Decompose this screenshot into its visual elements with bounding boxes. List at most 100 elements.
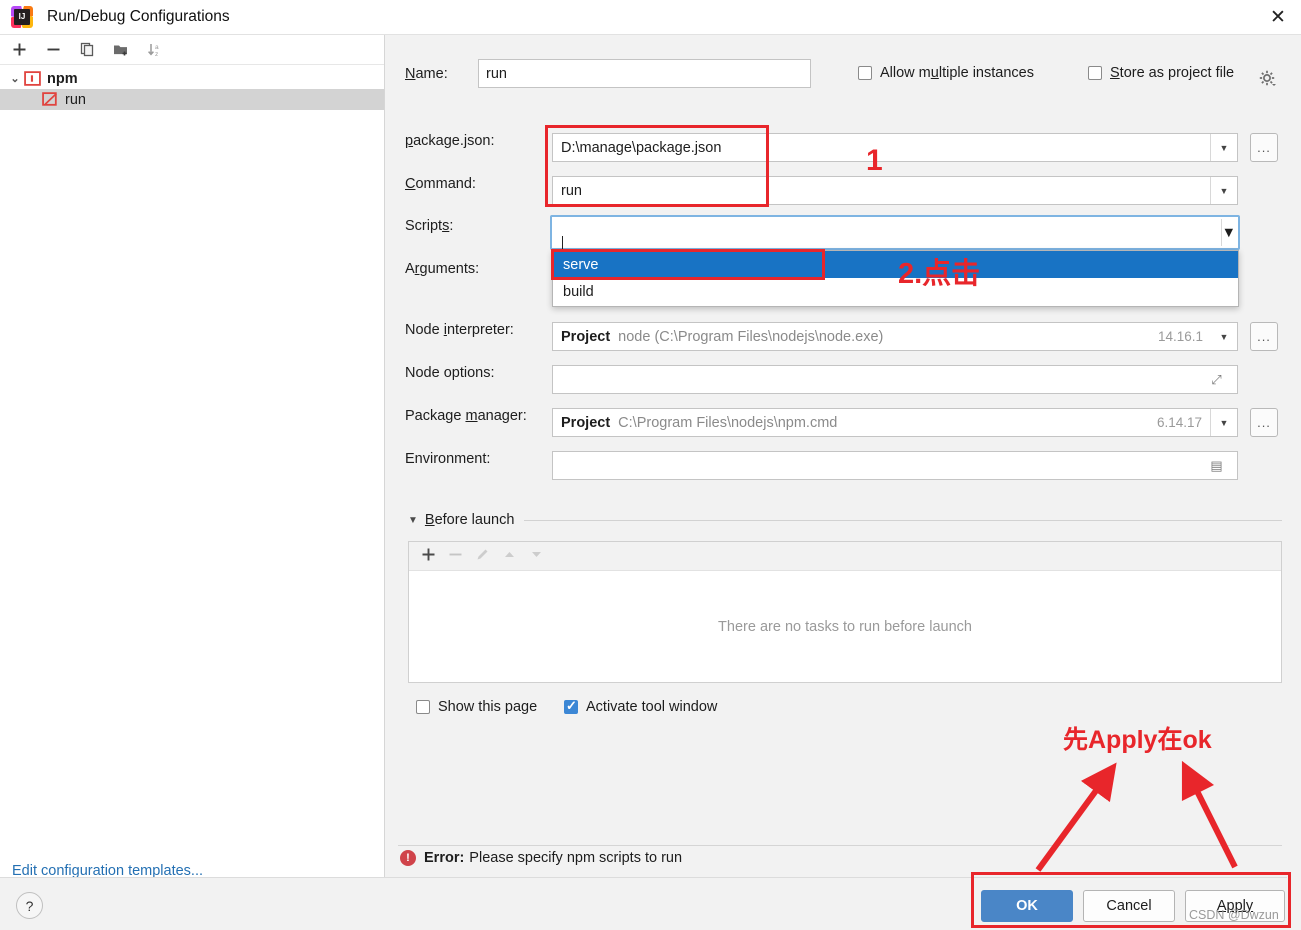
remove-task-button[interactable] (448, 547, 463, 566)
package-manager-label: Package manager: (405, 408, 527, 424)
package-manager-combo[interactable]: Project C:\Program Files\nodejs\npm.cmd … (552, 408, 1238, 437)
error-prefix: Error: (424, 850, 465, 866)
tree-group-label: npm (47, 70, 78, 87)
show-this-page-checkbox[interactable]: Show this page (416, 699, 537, 715)
svg-text:a: a (155, 44, 159, 51)
move-task-down-button[interactable] (529, 547, 544, 566)
run-debug-configurations-dialog: IJ Run/Debug Configurations ✕ a z ⌄ npm … (0, 0, 1301, 930)
sidebar-toolbar: a z (0, 35, 384, 65)
chevron-down-icon[interactable]: ▼ (1211, 409, 1237, 436)
move-task-up-button[interactable] (502, 547, 517, 566)
package-json-combo[interactable]: D:\manage\package.json ▼ (552, 133, 1238, 162)
scripts-dropdown-popup[interactable]: serve build (552, 250, 1239, 307)
environment-input[interactable]: ▤ (552, 451, 1238, 480)
before-launch-divider (524, 519, 1282, 521)
package-json-row: package.json: (405, 133, 545, 149)
scripts-option-serve[interactable]: serve (553, 251, 1238, 278)
svg-text:z: z (155, 51, 158, 58)
package-manager-row: Package manager: (405, 408, 560, 424)
allow-multiple-checkbox-box[interactable] (858, 66, 872, 80)
dialog-footer: ? OK Cancel Apply (0, 877, 1301, 930)
error-circle-icon: ! (400, 850, 416, 866)
gear-icon[interactable] (1259, 70, 1277, 88)
node-interpreter-label: Node interpreter: (405, 322, 514, 338)
scripts-label: Scripts: (405, 218, 454, 234)
package-manager-version: 6.14.17 (1156, 415, 1202, 430)
node-options-input[interactable]: ⤢ (552, 365, 1238, 394)
node-interpreter-row: Node interpreter: (405, 322, 555, 338)
scripts-row: Scripts: (405, 218, 545, 234)
name-input[interactable]: run (478, 59, 811, 88)
add-task-button[interactable] (421, 547, 436, 566)
configurations-sidebar: a z ⌄ npm run Edit configuration templat… (0, 35, 385, 895)
package-manager-scope: Project (561, 414, 611, 431)
store-as-project-file-checkbox[interactable]: Store as project file (1088, 65, 1234, 81)
cancel-button[interactable]: Cancel (1083, 890, 1175, 922)
chevron-down-icon[interactable]: ▼ (408, 515, 418, 526)
error-status: ! Error: Please specify npm scripts to r… (400, 850, 682, 866)
node-interpreter-version: 14.16.1 (1157, 329, 1203, 344)
right-scrollbar[interactable] (1287, 35, 1301, 895)
command-label: Command: (405, 176, 476, 192)
scripts-option-build[interactable]: build (553, 278, 1238, 305)
tree-group-npm[interactable]: ⌄ npm (0, 68, 384, 89)
sort-configurations-button[interactable]: a z (142, 38, 168, 62)
chevron-down-icon[interactable]: ⌄ (6, 72, 24, 85)
allow-multiple-label: Allow multiple instances (880, 65, 1034, 81)
node-interpreter-combo[interactable]: Project node (C:\Program Files\nodejs\no… (552, 322, 1238, 351)
environment-row: Environment: (405, 451, 555, 467)
expand-icon[interactable]: ⤢ (1203, 366, 1230, 393)
npm-run-icon (42, 92, 57, 106)
package-json-browse-button[interactable]: ... (1250, 133, 1278, 162)
allow-multiple-instances-checkbox[interactable]: Allow multiple instances (858, 65, 1034, 81)
package-manager-browse-button[interactable]: ... (1250, 408, 1278, 437)
arguments-label: Arguments: (405, 261, 480, 277)
chevron-down-icon[interactable]: ▼ (1211, 323, 1237, 350)
package-manager-path: C:\Program Files\nodejs\npm.cmd (618, 414, 838, 431)
ok-button[interactable]: OK (981, 890, 1073, 922)
help-button[interactable]: ? (16, 892, 43, 919)
before-launch-header[interactable]: ▼ Before launch (408, 512, 1282, 528)
chevron-down-icon[interactable]: ▼ (1211, 177, 1237, 204)
package-json-label: package.json: (405, 133, 495, 149)
show-this-page-checkbox-box[interactable] (416, 700, 430, 714)
name-label: Name: (405, 65, 448, 82)
watermark: CSDN @Dwzun (1189, 908, 1279, 922)
npm-icon (24, 71, 41, 86)
command-combo[interactable]: run ▼ (552, 176, 1238, 205)
error-separator (398, 845, 1282, 846)
configuration-form: Name: run Allow multiple instances Store… (386, 35, 1301, 895)
store-project-label: Store as project file (1110, 65, 1235, 81)
intellij-idea-icon: IJ (11, 6, 33, 28)
copy-configuration-button[interactable] (74, 38, 100, 62)
new-folder-button[interactable] (108, 38, 134, 62)
edit-task-button[interactable] (475, 547, 490, 566)
add-configuration-button[interactable] (6, 38, 32, 62)
window-title: Run/Debug Configurations (47, 8, 230, 25)
node-interpreter-browse-button[interactable]: ... (1250, 322, 1278, 351)
remove-configuration-button[interactable] (40, 38, 66, 62)
command-value: run (561, 182, 582, 199)
close-icon[interactable]: ✕ (1255, 0, 1301, 34)
title-bar: IJ Run/Debug Configurations ✕ (0, 0, 1301, 35)
store-project-checkbox-box[interactable] (1088, 66, 1102, 80)
activate-tool-window-checkbox-box[interactable] (564, 698, 578, 714)
node-options-row: Node options: (405, 365, 555, 381)
before-launch-panel: There are no tasks to run before launch (408, 541, 1282, 683)
node-interpreter-path: node (C:\Program Files\nodejs\node.exe) (618, 328, 884, 345)
activate-tool-window-checkbox[interactable]: Activate tool window (564, 698, 718, 715)
environment-editor-icon[interactable]: ▤ (1203, 452, 1230, 479)
before-launch-title: Before launch (424, 512, 515, 528)
chevron-down-icon[interactable]: ▼ (1211, 134, 1237, 161)
arguments-row: Arguments: (405, 261, 545, 277)
tree-item-label: run (65, 91, 86, 108)
tree-item-run[interactable]: run (0, 89, 384, 110)
node-options-label: Node options: (405, 365, 495, 381)
activate-tool-window-label: Activate tool window (586, 699, 718, 715)
command-row: Command: (405, 176, 545, 192)
before-launch-empty-message: There are no tasks to run before launch (718, 619, 972, 635)
before-launch-toolbar (409, 542, 1281, 571)
scripts-combo[interactable]: ▼ (550, 215, 1240, 254)
package-json-value: D:\manage\package.json (561, 139, 722, 156)
chevron-down-icon[interactable]: ▼ (1222, 225, 1236, 241)
